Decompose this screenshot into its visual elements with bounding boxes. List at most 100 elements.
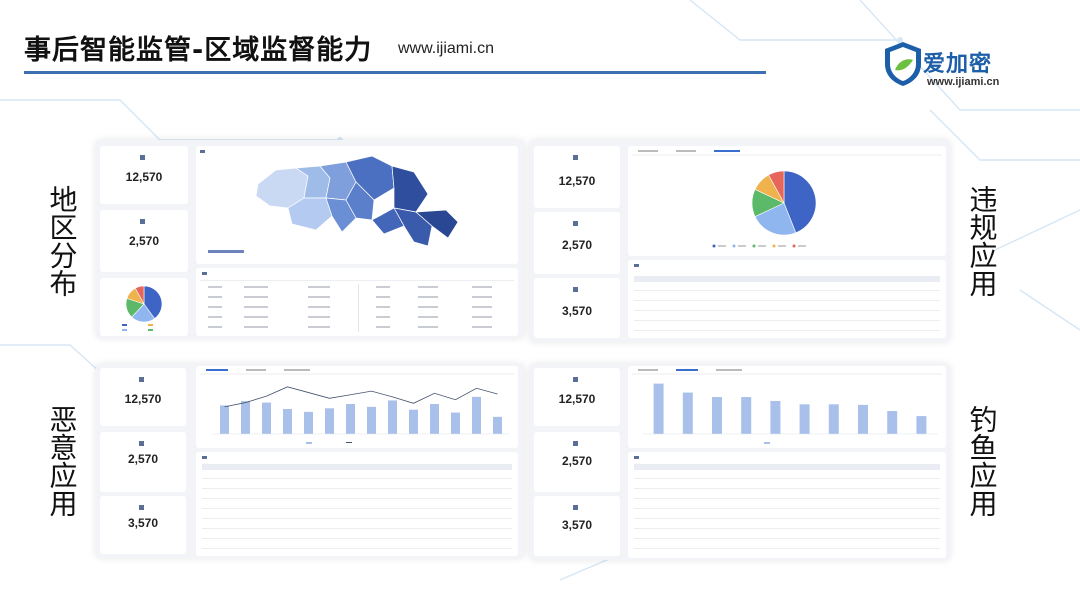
stat-caption <box>534 441 620 447</box>
stat-value: 3,570 <box>561 518 593 532</box>
table-row[interactable] <box>202 478 512 479</box>
region-stat-card-1[interactable]: 12,570 <box>100 146 188 204</box>
chart-tab-active[interactable] <box>676 369 698 371</box>
table-header <box>634 276 940 282</box>
bar[interactable] <box>741 397 752 434</box>
region-stat-card-2[interactable]: 2,570 <box>100 210 188 272</box>
legend-swatch <box>306 442 312 444</box>
brand-logo: 爱加密 www.ijiami.cn <box>881 40 1011 92</box>
bar[interactable] <box>346 404 355 434</box>
region-table-rows <box>208 286 492 328</box>
slide-url[interactable]: www.ijiami.cn <box>398 40 494 58</box>
bar[interactable] <box>828 404 839 434</box>
malicious-dashboard: 12,570 2,570 3,570 <box>96 364 524 558</box>
table-row[interactable] <box>634 538 940 539</box>
region-map <box>200 150 459 253</box>
bar[interactable] <box>367 406 376 434</box>
violation-pie-card <box>628 146 946 256</box>
table-row[interactable] <box>634 300 940 301</box>
legend-swatch <box>122 324 127 326</box>
bar[interactable] <box>770 400 781 434</box>
bar[interactable] <box>388 400 397 434</box>
label-malicious-text: 恶意应用 <box>45 405 79 517</box>
bar[interactable] <box>325 408 334 434</box>
table-row[interactable] <box>634 290 940 291</box>
table-row[interactable] <box>202 488 512 489</box>
table-row[interactable] <box>634 488 940 489</box>
label-violation: 违规应用 <box>962 185 1002 303</box>
bar[interactable] <box>430 404 439 434</box>
stat-value: 2,570 <box>127 452 159 466</box>
bar[interactable] <box>653 383 664 434</box>
table-row[interactable] <box>202 528 512 529</box>
violation-stat-card-1[interactable]: 12,570 <box>534 146 620 208</box>
bar[interactable] <box>916 416 927 434</box>
bar[interactable] <box>799 404 810 434</box>
chart-tab[interactable] <box>638 369 658 371</box>
legend-swatch <box>122 329 127 331</box>
table-header <box>634 464 940 470</box>
violation-stat-card-3[interactable]: 3,570 <box>534 278 620 338</box>
slide-title: 事后智能监管-区域监督能力 <box>24 35 373 66</box>
chart-tab[interactable] <box>246 369 266 371</box>
table-row[interactable] <box>634 548 940 549</box>
legend-swatch <box>712 244 716 248</box>
legend-swatch <box>792 244 796 248</box>
phishing-stat-card-3[interactable]: 3,570 <box>534 496 620 556</box>
legend-swatch <box>772 244 776 248</box>
table-row[interactable] <box>202 498 512 499</box>
violation-stat-card-2[interactable]: 2,570 <box>534 212 620 274</box>
table-row[interactable] <box>634 528 940 529</box>
label-malicious: 恶意应用 <box>42 405 82 523</box>
stat-value: 2,570 <box>561 238 593 252</box>
stat-value: 12,570 <box>125 170 163 184</box>
table-row[interactable] <box>634 330 940 331</box>
bar[interactable] <box>409 409 418 434</box>
bar[interactable] <box>262 402 271 434</box>
bar[interactable] <box>712 397 722 434</box>
region-dashboard: 12,570 2,570 <box>96 140 524 338</box>
phishing-stat-card-2[interactable]: 2,570 <box>534 432 620 492</box>
table-row[interactable] <box>634 508 940 509</box>
stat-caption <box>534 221 620 227</box>
chart-tab[interactable] <box>284 369 310 371</box>
malicious-stat-card-2[interactable]: 2,570 <box>100 432 186 492</box>
bar[interactable] <box>220 405 229 434</box>
chart-tab[interactable] <box>638 150 658 152</box>
bar[interactable] <box>304 411 313 434</box>
table-row[interactable] <box>634 498 940 499</box>
bar[interactable] <box>241 401 250 434</box>
malicious-table-card <box>196 452 518 556</box>
stat-caption <box>100 441 186 447</box>
stat-caption <box>100 377 186 383</box>
table-row[interactable] <box>634 320 940 321</box>
bar[interactable] <box>283 409 292 434</box>
chart-tab-active[interactable] <box>206 369 228 371</box>
label-violation-text: 违规应用 <box>965 185 999 297</box>
chart-tab-active[interactable] <box>714 150 740 152</box>
malicious-stat-card-1[interactable]: 12,570 <box>100 368 186 426</box>
map-legend-bar <box>208 250 244 253</box>
stat-caption <box>534 155 620 161</box>
region-map-card <box>196 146 518 264</box>
bar[interactable] <box>493 416 502 434</box>
table-row[interactable] <box>202 538 512 539</box>
table-row[interactable] <box>634 518 940 519</box>
map-region[interactable] <box>391 165 429 213</box>
chart-tab[interactable] <box>716 369 742 371</box>
bar[interactable] <box>451 412 460 434</box>
table-row[interactable] <box>202 508 512 509</box>
table-row[interactable] <box>634 310 940 311</box>
stat-caption <box>534 377 620 383</box>
bar[interactable] <box>472 396 481 434</box>
table-row[interactable] <box>202 518 512 519</box>
stat-value: 12,570 <box>558 392 596 406</box>
chart-tab[interactable] <box>676 150 696 152</box>
bar[interactable] <box>858 404 868 434</box>
bar[interactable] <box>682 392 693 434</box>
phishing-stat-card-1[interactable]: 12,570 <box>534 368 620 426</box>
table-row[interactable] <box>634 478 940 479</box>
malicious-stat-card-3[interactable]: 3,570 <box>100 496 186 554</box>
bar[interactable] <box>887 411 898 434</box>
table-row[interactable] <box>202 548 512 549</box>
